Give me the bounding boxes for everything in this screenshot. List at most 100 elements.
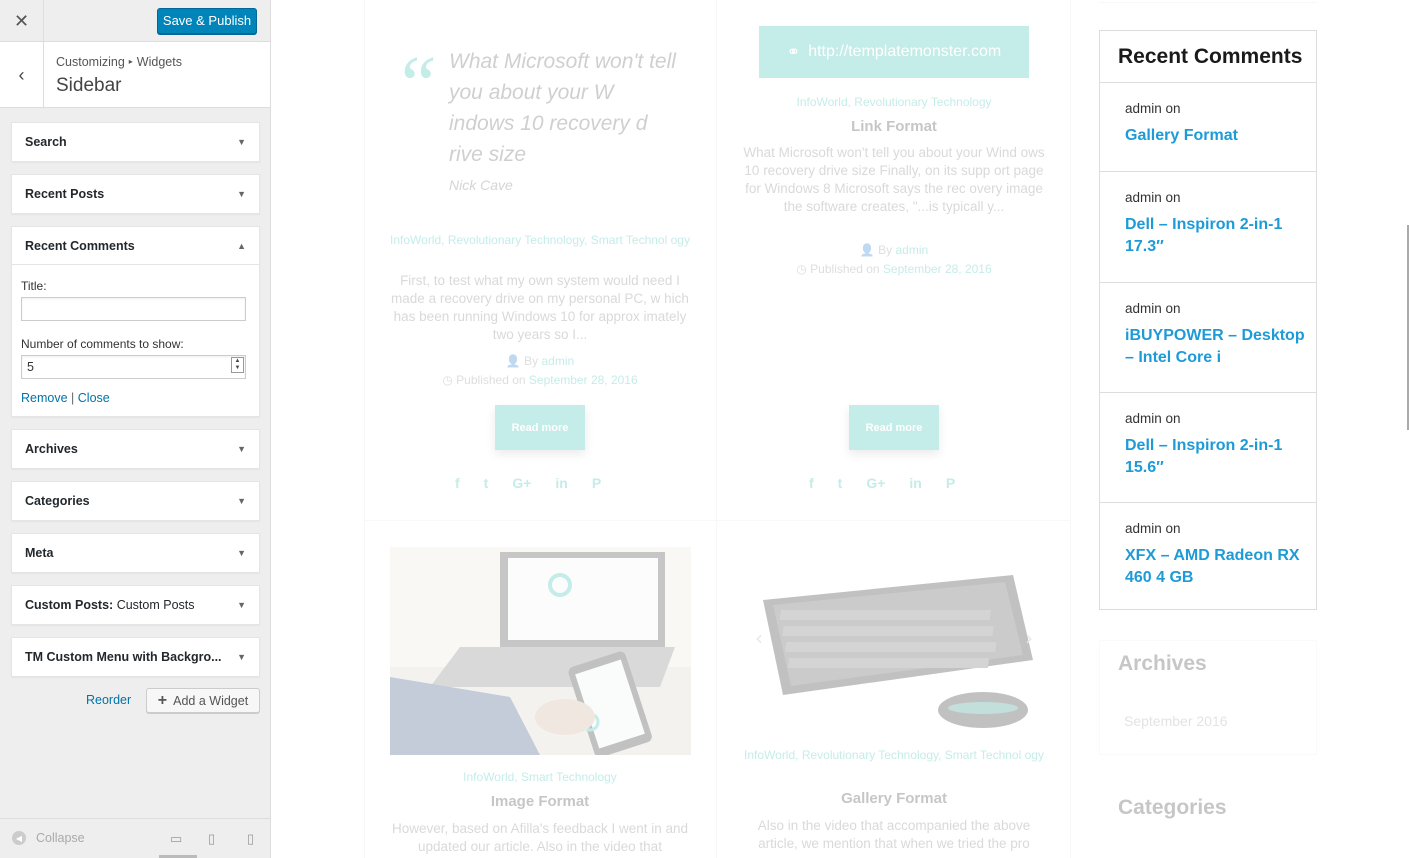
- post-author-meta: 👤 By admin: [743, 243, 1045, 257]
- post-excerpt: What Microsoft won't tell you about your…: [743, 145, 1045, 214]
- post-categories[interactable]: InfoWorld, Revolutionary Technology: [743, 93, 1045, 111]
- comment-on: on: [1165, 190, 1181, 205]
- comment-post-link[interactable]: Dell – Inspiron 2-in-1 17.3″: [1125, 214, 1306, 258]
- svg-text:›: ›: [1025, 626, 1033, 650]
- widget-title: Archives: [25, 442, 78, 456]
- post-categories[interactable]: InfoWorld, Smart Technology: [389, 768, 691, 786]
- comment-post-link[interactable]: Dell – Inspiron 2-in-1 15.6″: [1125, 435, 1306, 479]
- close-customizer-button[interactable]: ✕: [0, 0, 44, 42]
- archive-link[interactable]: September 2016: [1124, 713, 1228, 729]
- breadcrumb-item: Customizing: [56, 55, 125, 69]
- post-link-box[interactable]: ⚭ http://templatemonster.com: [759, 26, 1029, 78]
- post-featured-image[interactable]: [390, 547, 691, 755]
- comment-post-link[interactable]: XFX – AMD Radeon RX 460 4 GB: [1125, 545, 1306, 589]
- collapse-button[interactable]: ◀ Collapse: [12, 831, 85, 845]
- read-more-button[interactable]: Read more: [849, 405, 939, 450]
- grid-divider: [364, 0, 365, 858]
- remove-link[interactable]: Remove: [21, 391, 68, 405]
- collapse-arrow-icon: ◀: [12, 831, 26, 845]
- add-widget-label: Add a Widget: [173, 693, 249, 708]
- date-link[interactable]: September 28, 2016: [883, 262, 992, 276]
- post-title[interactable]: Image Format: [389, 793, 691, 810]
- title-label: Title:: [21, 279, 47, 293]
- desktop-preview-icon[interactable]: ▭: [170, 831, 182, 847]
- social-share: f t G+ in P: [809, 475, 955, 491]
- svg-text:‹: ‹: [755, 626, 763, 650]
- post-categories[interactable]: InfoWorld, Revolutionary Technology, Sma…: [389, 231, 691, 249]
- site-preview: “ What Microsoft won't tell you about yo…: [271, 0, 1409, 858]
- caret-down-icon[interactable]: ▼: [237, 189, 246, 199]
- widget-title: Recent Comments: [25, 238, 135, 253]
- caret-up-icon[interactable]: ▲: [237, 241, 246, 251]
- add-widget-button[interactable]: + Add a Widget: [146, 688, 260, 713]
- link-separator: |: [71, 391, 75, 405]
- quote-text: What Microsoft won't tell you about your…: [449, 50, 676, 166]
- google-plus-icon[interactable]: G+: [866, 475, 885, 491]
- facebook-icon[interactable]: f: [809, 475, 814, 491]
- widget-recent-comments[interactable]: Recent Comments ▲ Title: Number of commen…: [11, 226, 260, 417]
- comment-on: on: [1165, 301, 1181, 316]
- widget-archives[interactable]: Archives ▼: [11, 429, 260, 469]
- published-label: Published on: [810, 262, 880, 276]
- comment-on: on: [1165, 411, 1181, 426]
- recent-comments-title: Recent Comments: [1100, 31, 1316, 83]
- author-link[interactable]: admin: [895, 243, 928, 257]
- reorder-link[interactable]: Reorder: [86, 693, 131, 707]
- facebook-icon[interactable]: f: [455, 475, 460, 491]
- linkedin-icon[interactable]: in: [909, 475, 921, 491]
- close-icon: ✕: [13, 10, 30, 31]
- widget-title: Recent Posts: [25, 187, 105, 201]
- widget-title: Custom Posts:: [25, 598, 114, 612]
- mobile-preview-icon[interactable]: ▯: [247, 831, 254, 847]
- widget-tm-custom-menu[interactable]: TM Custom Menu with Backgro... ▼: [11, 637, 260, 677]
- grid-divider: [716, 0, 717, 858]
- post-title[interactable]: Gallery Format: [743, 790, 1045, 807]
- twitter-icon[interactable]: t: [838, 475, 843, 491]
- post-gallery-slider[interactable]: ‹ ›: [743, 560, 1045, 730]
- post-date-meta: ◷ Published on September 28, 2016: [389, 373, 691, 387]
- caret-down-icon[interactable]: ▼: [237, 137, 246, 147]
- post-title[interactable]: Link Format: [743, 118, 1045, 135]
- widget-custom-posts[interactable]: Custom Posts: Custom Posts ▼: [11, 585, 260, 625]
- stepper-down-icon[interactable]: ▼: [235, 365, 241, 372]
- tablet-preview-icon[interactable]: ▯: [208, 831, 215, 847]
- clock-icon: ◷: [442, 373, 453, 387]
- quote-author: Nick Cave: [449, 177, 513, 193]
- widget-title: Meta: [25, 546, 54, 560]
- caret-down-icon[interactable]: ▼: [237, 600, 246, 610]
- caret-down-icon[interactable]: ▼: [237, 652, 246, 662]
- number-input[interactable]: [21, 355, 246, 379]
- caret-down-icon[interactable]: ▼: [237, 444, 246, 454]
- recent-comments-widget: Recent Comments admin on Gallery Format …: [1099, 30, 1317, 610]
- caret-down-icon[interactable]: ▼: [237, 496, 246, 506]
- save-publish-button[interactable]: Save & Publish: [157, 8, 257, 34]
- post-categories[interactable]: InfoWorld, Revolutionary Technology, Sma…: [743, 746, 1045, 764]
- linkedin-icon[interactable]: in: [555, 475, 567, 491]
- pinterest-icon[interactable]: P: [592, 475, 601, 491]
- number-stepper[interactable]: ▲ ▼: [231, 357, 244, 373]
- close-link[interactable]: Close: [78, 391, 110, 405]
- comment-item: admin on XFX – AMD Radeon RX 460 4 GB: [1100, 503, 1316, 611]
- by-label: By: [878, 243, 893, 257]
- customizer-header: ✕ Save & Publish: [0, 0, 270, 42]
- read-more-button[interactable]: Read more: [495, 405, 585, 450]
- date-link[interactable]: September 28, 2016: [529, 373, 638, 387]
- comment-post-link[interactable]: Gallery Format: [1125, 125, 1306, 147]
- section-header: ‹ Customizing ▸ Widgets Sidebar: [0, 42, 270, 108]
- title-input[interactable]: [21, 297, 246, 321]
- pinterest-icon[interactable]: P: [946, 475, 955, 491]
- stepper-up-icon[interactable]: ▲: [235, 358, 241, 365]
- widget-meta[interactable]: Meta ▼: [11, 533, 260, 573]
- user-icon: 👤: [859, 243, 875, 257]
- caret-down-icon[interactable]: ▼: [237, 548, 246, 558]
- widget-recent-posts[interactable]: Recent Posts ▼: [11, 174, 260, 214]
- google-plus-icon[interactable]: G+: [512, 475, 531, 491]
- author-link[interactable]: admin: [541, 354, 574, 368]
- grid-divider: [1070, 0, 1071, 858]
- comment-post-link[interactable]: iBUYPOWER – Desktop – Intel Core i: [1125, 325, 1306, 369]
- widget-categories[interactable]: Categories ▼: [11, 481, 260, 521]
- back-button[interactable]: ‹: [0, 42, 44, 108]
- widget-search[interactable]: Search ▼: [11, 122, 260, 162]
- twitter-icon[interactable]: t: [484, 475, 489, 491]
- post-author-meta: 👤 By admin: [389, 354, 691, 368]
